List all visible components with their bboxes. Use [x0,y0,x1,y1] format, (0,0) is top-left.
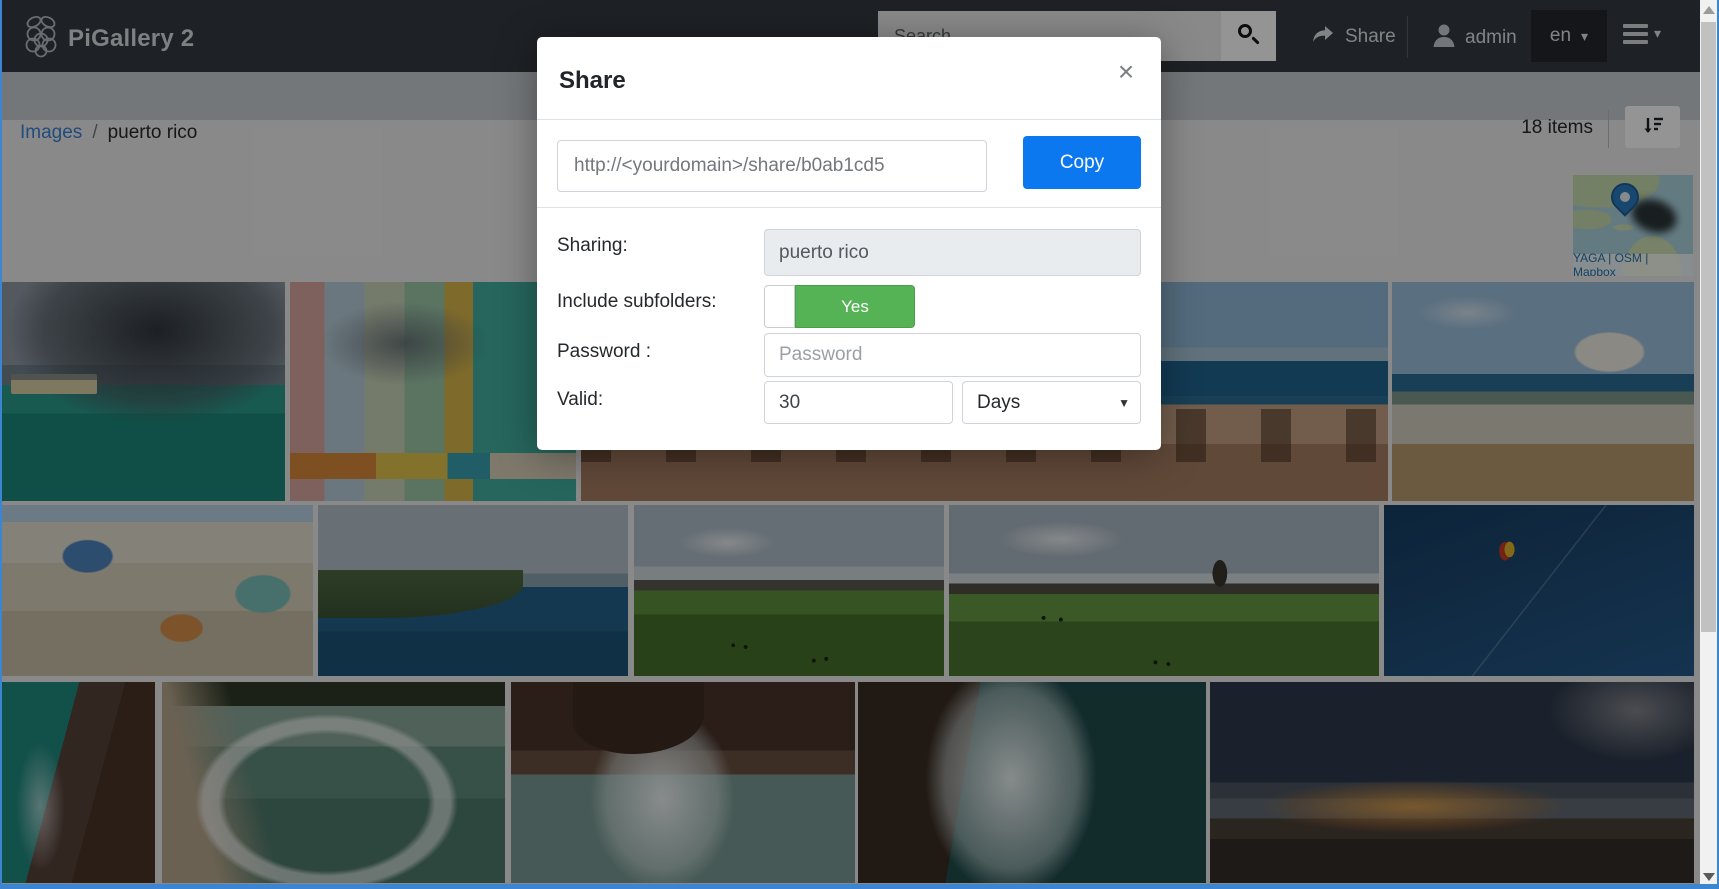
sharing-value-input [764,229,1141,276]
share-dialog: Share × Copy Sharing: Include subfolders… [537,37,1161,450]
scroll-up-arrow-icon[interactable] [1703,6,1715,14]
valid-amount-input[interactable] [764,381,953,424]
valid-unit-select[interactable]: Days [962,381,1141,424]
app-window: PiGallery 2 Share [0,0,1719,889]
window-border-bottom [0,884,1719,889]
valid-unit-value: Days [977,392,1020,414]
valid-label: Valid: [557,389,603,411]
password-label: Password : [557,341,651,363]
vertical-scrollbar[interactable] [1700,0,1717,889]
body-divider [537,207,1161,208]
share-url-input[interactable] [557,140,987,192]
subfolders-label: Include subfolders: [557,291,717,313]
subfolders-toggle-yes-button[interactable]: Yes [795,285,915,328]
copy-button[interactable]: Copy [1023,136,1141,189]
subfolders-toggle-off-segment[interactable] [764,285,795,328]
window-border-left [0,0,2,889]
close-icon[interactable]: × [1109,55,1143,89]
header-divider [537,119,1161,120]
subfolders-toggle: Yes [764,285,915,328]
dialog-title: Share [559,67,626,95]
scroll-down-arrow-icon[interactable] [1703,873,1715,881]
password-input[interactable] [764,333,1141,377]
scrollbar-thumb[interactable] [1701,22,1716,632]
sharing-label: Sharing: [557,235,628,257]
select-caret-icon [1118,396,1130,410]
